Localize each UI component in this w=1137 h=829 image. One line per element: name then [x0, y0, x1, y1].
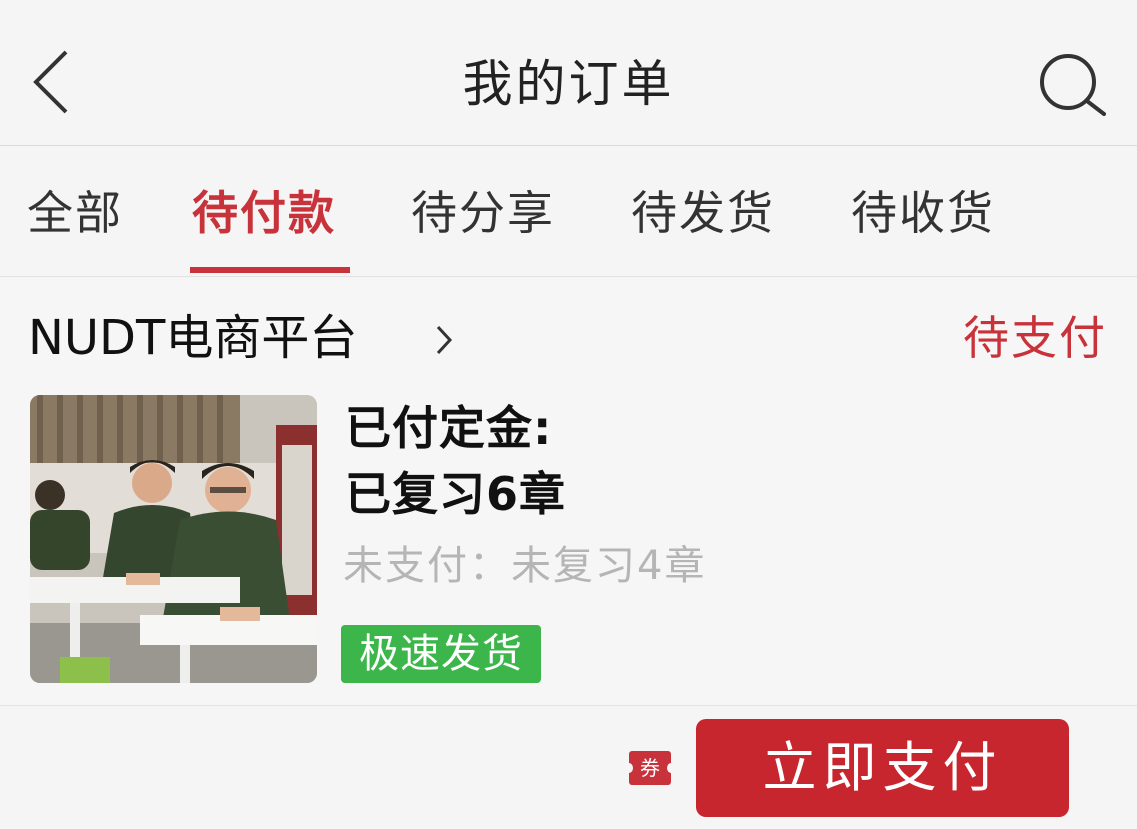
- tab-pending-receipt[interactable]: 待收货: [851, 183, 995, 243]
- chevron-right-icon[interactable]: [432, 323, 456, 357]
- product-thumbnail[interactable]: [30, 395, 317, 683]
- item-subtitle: 未支付：未复习4章: [343, 543, 707, 589]
- search-icon[interactable]: [1036, 50, 1110, 118]
- tab-pending-shipment[interactable]: 待发货: [631, 183, 775, 243]
- order-status-label: 待支付: [963, 311, 1107, 365]
- order-status-tabs: 全部 待付款 待分享 待发货 待收货: [0, 147, 1137, 277]
- tab-pending-payment[interactable]: 待付款: [192, 183, 336, 243]
- coupon-icon[interactable]: 券: [625, 751, 675, 785]
- order-action-bar: 券 立即支付: [0, 707, 1137, 829]
- order-card: NUDT电商平台 待支付 已付定金: 已复习6章 未支付：未复习4章 极速发货: [0, 278, 1137, 706]
- fast-shipping-badge: 极速发货: [341, 625, 541, 683]
- pay-now-button[interactable]: 立即支付: [696, 719, 1069, 817]
- item-title-line1: 已付定金:: [345, 401, 553, 455]
- active-tab-indicator: [190, 267, 350, 273]
- item-title-line2: 已复习6章: [345, 467, 567, 521]
- tab-pending-share[interactable]: 待分享: [411, 183, 555, 243]
- store-name[interactable]: NUDT电商平台: [28, 308, 357, 368]
- page-title: 我的订单: [462, 55, 675, 113]
- tab-all[interactable]: 全部: [27, 183, 123, 243]
- top-nav-bar: 我的订单: [0, 0, 1137, 146]
